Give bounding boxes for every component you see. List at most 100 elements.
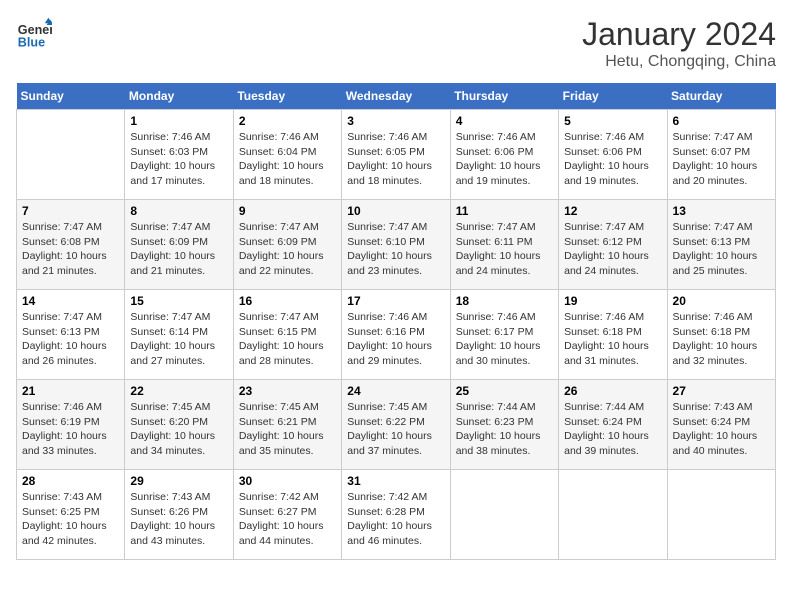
day-info: Sunrise: 7:44 AMSunset: 6:23 PMDaylight:… <box>456 400 553 459</box>
day-number: 10 <box>347 204 444 218</box>
day-cell: 28Sunrise: 7:43 AMSunset: 6:25 PMDayligh… <box>17 470 125 560</box>
day-number: 13 <box>673 204 770 218</box>
weekday-wednesday: Wednesday <box>342 83 450 110</box>
day-info: Sunrise: 7:44 AMSunset: 6:24 PMDaylight:… <box>564 400 661 459</box>
day-info: Sunrise: 7:46 AMSunset: 6:16 PMDaylight:… <box>347 310 444 369</box>
day-info: Sunrise: 7:47 AMSunset: 6:13 PMDaylight:… <box>673 220 770 279</box>
day-number: 3 <box>347 114 444 128</box>
day-number: 23 <box>239 384 336 398</box>
day-cell: 6 Sunrise: 7:47 AMSunset: 6:07 PMDaylight… <box>667 110 775 200</box>
week-row-4: 21Sunrise: 7:46 AMSunset: 6:19 PMDayligh… <box>17 380 776 470</box>
day-info: Sunrise: 7:47 AMSunset: 6:09 PMDaylight:… <box>239 220 336 279</box>
day-cell <box>667 470 775 560</box>
weekday-saturday: Saturday <box>667 83 775 110</box>
day-number: 31 <box>347 474 444 488</box>
day-cell: 11Sunrise: 7:47 AMSunset: 6:11 PMDayligh… <box>450 200 558 290</box>
day-info: Sunrise: 7:46 AMSunset: 6:17 PMDaylight:… <box>456 310 553 369</box>
day-info: Sunrise: 7:46 AMSunset: 6:18 PMDaylight:… <box>673 310 770 369</box>
day-cell: 1 Sunrise: 7:46 AMSunset: 6:03 PMDaylight… <box>125 110 233 200</box>
weekday-tuesday: Tuesday <box>233 83 341 110</box>
day-number: 11 <box>456 204 553 218</box>
day-info: Sunrise: 7:47 AMSunset: 6:08 PMDaylight:… <box>22 220 119 279</box>
day-info: Sunrise: 7:42 AMSunset: 6:27 PMDaylight:… <box>239 490 336 549</box>
day-cell <box>17 110 125 200</box>
day-info: Sunrise: 7:47 AMSunset: 6:07 PMDaylight:… <box>673 130 770 189</box>
day-info: Sunrise: 7:47 AMSunset: 6:13 PMDaylight:… <box>22 310 119 369</box>
week-row-5: 28Sunrise: 7:43 AMSunset: 6:25 PMDayligh… <box>17 470 776 560</box>
day-cell: 12 Sunrise: 7:47 AMSunset: 6:12 PMDayligh… <box>559 200 667 290</box>
day-info: Sunrise: 7:46 AMSunset: 6:06 PMDaylight:… <box>456 130 553 189</box>
day-number: 20 <box>673 294 770 308</box>
day-info: Sunrise: 7:45 AMSunset: 6:20 PMDaylight:… <box>130 400 227 459</box>
day-cell: 4Sunrise: 7:46 AMSunset: 6:06 PMDaylight… <box>450 110 558 200</box>
day-number: 30 <box>239 474 336 488</box>
calendar-table: SundayMondayTuesdayWednesdayThursdayFrid… <box>16 83 776 560</box>
day-info: Sunrise: 7:46 AMSunset: 6:04 PMDaylight:… <box>239 130 336 189</box>
calendar-body: 1 Sunrise: 7:46 AMSunset: 6:03 PMDaylight… <box>17 110 776 560</box>
day-number: 8 <box>130 204 227 218</box>
day-info: Sunrise: 7:46 AMSunset: 6:06 PMDaylight:… <box>564 130 661 189</box>
day-number: 17 <box>347 294 444 308</box>
day-number: 16 <box>239 294 336 308</box>
day-cell: 3Sunrise: 7:46 AMSunset: 6:05 PMDaylight… <box>342 110 450 200</box>
day-cell: 9Sunrise: 7:47 AMSunset: 6:09 PMDaylight… <box>233 200 341 290</box>
day-number: 25 <box>456 384 553 398</box>
day-number: 22 <box>130 384 227 398</box>
day-cell: 19 Sunrise: 7:46 AMSunset: 6:18 PMDayligh… <box>559 290 667 380</box>
day-number: 6 <box>673 114 770 128</box>
day-number: 12 <box>564 204 661 218</box>
week-row-2: 7 Sunrise: 7:47 AMSunset: 6:08 PMDaylight… <box>17 200 776 290</box>
day-cell: 24Sunrise: 7:45 AMSunset: 6:22 PMDayligh… <box>342 380 450 470</box>
day-info: Sunrise: 7:47 AMSunset: 6:10 PMDaylight:… <box>347 220 444 279</box>
day-number: 14 <box>22 294 119 308</box>
day-info: Sunrise: 7:46 AMSunset: 6:03 PMDaylight:… <box>130 130 227 189</box>
day-info: Sunrise: 7:47 AMSunset: 6:12 PMDaylight:… <box>564 220 661 279</box>
weekday-sunday: Sunday <box>17 83 125 110</box>
day-cell: 23 Sunrise: 7:45 AMSunset: 6:21 PMDayligh… <box>233 380 341 470</box>
day-cell: 8 Sunrise: 7:47 AMSunset: 6:09 PMDaylight… <box>125 200 233 290</box>
day-number: 15 <box>130 294 227 308</box>
day-cell: 18 Sunrise: 7:46 AMSunset: 6:17 PMDayligh… <box>450 290 558 380</box>
day-cell: 15Sunrise: 7:47 AMSunset: 6:14 PMDayligh… <box>125 290 233 380</box>
day-cell: 2 Sunrise: 7:46 AMSunset: 6:04 PMDaylight… <box>233 110 341 200</box>
day-number: 2 <box>239 114 336 128</box>
day-cell <box>450 470 558 560</box>
day-number: 27 <box>673 384 770 398</box>
day-cell <box>559 470 667 560</box>
week-row-3: 14 Sunrise: 7:47 AMSunset: 6:13 PMDayligh… <box>17 290 776 380</box>
day-number: 28 <box>22 474 119 488</box>
day-cell: 30 Sunrise: 7:42 AMSunset: 6:27 PMDayligh… <box>233 470 341 560</box>
day-info: Sunrise: 7:43 AMSunset: 6:26 PMDaylight:… <box>130 490 227 549</box>
day-number: 26 <box>564 384 661 398</box>
day-info: Sunrise: 7:42 AMSunset: 6:28 PMDaylight:… <box>347 490 444 549</box>
page-header: General Blue January 2024 Hetu, Chongqin… <box>16 16 776 71</box>
location: Hetu, Chongqing, China <box>582 53 776 71</box>
day-cell: 25 Sunrise: 7:44 AMSunset: 6:23 PMDayligh… <box>450 380 558 470</box>
day-cell: 16Sunrise: 7:47 AMSunset: 6:15 PMDayligh… <box>233 290 341 380</box>
day-cell: 10 Sunrise: 7:47 AMSunset: 6:10 PMDayligh… <box>342 200 450 290</box>
day-cell: 14 Sunrise: 7:47 AMSunset: 6:13 PMDayligh… <box>17 290 125 380</box>
day-number: 1 <box>130 114 227 128</box>
day-cell: 13 Sunrise: 7:47 AMSunset: 6:13 PMDayligh… <box>667 200 775 290</box>
day-info: Sunrise: 7:46 AMSunset: 6:18 PMDaylight:… <box>564 310 661 369</box>
logo: General Blue <box>16 16 52 52</box>
day-cell: 22 Sunrise: 7:45 AMSunset: 6:20 PMDayligh… <box>125 380 233 470</box>
day-cell: 7 Sunrise: 7:47 AMSunset: 6:08 PMDaylight… <box>17 200 125 290</box>
day-info: Sunrise: 7:43 AMSunset: 6:24 PMDaylight:… <box>673 400 770 459</box>
day-number: 24 <box>347 384 444 398</box>
day-cell: 26 Sunrise: 7:44 AMSunset: 6:24 PMDayligh… <box>559 380 667 470</box>
month-title: January 2024 <box>582 16 776 53</box>
day-cell: 20 Sunrise: 7:46 AMSunset: 6:18 PMDayligh… <box>667 290 775 380</box>
weekday-friday: Friday <box>559 83 667 110</box>
day-number: 18 <box>456 294 553 308</box>
day-info: Sunrise: 7:46 AMSunset: 6:19 PMDaylight:… <box>22 400 119 459</box>
day-info: Sunrise: 7:47 AMSunset: 6:09 PMDaylight:… <box>130 220 227 279</box>
logo-icon: General Blue <box>16 16 52 52</box>
day-cell: 17 Sunrise: 7:46 AMSunset: 6:16 PMDayligh… <box>342 290 450 380</box>
day-number: 19 <box>564 294 661 308</box>
weekday-thursday: Thursday <box>450 83 558 110</box>
day-number: 7 <box>22 204 119 218</box>
day-info: Sunrise: 7:45 AMSunset: 6:21 PMDaylight:… <box>239 400 336 459</box>
day-number: 29 <box>130 474 227 488</box>
title-block: January 2024 Hetu, Chongqing, China <box>582 16 776 71</box>
